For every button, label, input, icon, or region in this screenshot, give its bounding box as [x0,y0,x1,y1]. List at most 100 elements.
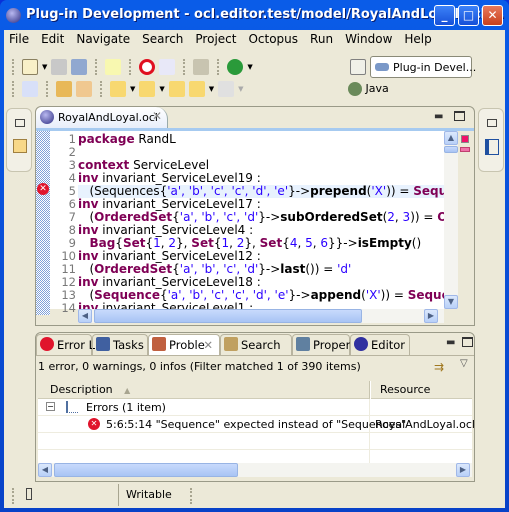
menu-edit[interactable]: Edit [35,30,70,49]
scroll-right-button[interactable]: ▶ [424,309,438,323]
previous-annotation-icon[interactable] [139,81,156,97]
next-annotation-icon[interactable] [110,81,126,97]
menu-help[interactable]: Help [398,30,437,49]
tab-error-log[interactable]: Error L [36,334,95,355]
open-perspective-icon[interactable] [350,59,366,75]
save-icon[interactable] [51,59,68,75]
perspective-plugin-dev[interactable]: Plug-in Devel... [370,56,476,78]
fast-view-icon[interactable] [26,488,32,500]
code-token: }}-> [328,236,358,250]
code-editor[interactable]: package RandL context ServiceLevel inv inv… [78,131,444,309]
java-gen-icon[interactable] [159,59,176,75]
problem-row[interactable]: ✕ 5:6:5:14 "Sequence" expected instead o… [38,416,475,433]
collapse-icon[interactable]: − [46,402,55,411]
title-bar[interactable]: Plug-in Development - ocl.editor.test/mo… [0,0,509,30]
error-marker-icon[interactable]: ✕ [37,183,49,195]
search-tool-icon[interactable] [76,81,92,97]
focus-on-task-icon[interactable]: ⇉ [434,360,444,374]
vertical-scroll-thumb[interactable] [444,146,458,153]
menu-file[interactable]: File [4,30,35,49]
column-description[interactable]: Description ▲ [38,381,370,399]
code-line[interactable]: package RandL [78,133,444,146]
new-icon[interactable] [22,59,38,75]
toolbar-row-2: ▼ ▼ ▼ ▼ [8,78,244,100]
scroll-down-button[interactable]: ▼ [444,295,458,309]
perspective-java[interactable]: Java [348,82,389,96]
tab-label: Proble [169,338,205,352]
code-token: inv [78,223,99,237]
problems-horizontal-scrollbar[interactable]: ◀ ▶ [38,463,472,477]
menu-bar: File Edit Navigate Search Project Octopu… [4,30,505,49]
tab-problems[interactable]: Proble ✕ [148,334,220,355]
previous-annotation-dropdown[interactable]: ▼ [159,85,164,93]
back-dropdown[interactable]: ▼ [209,85,214,93]
menu-window[interactable]: Window [339,30,398,49]
tab-tasks[interactable]: Tasks [92,334,148,355]
maximize-icon[interactable] [462,337,473,347]
error-overview-mark[interactable] [460,147,470,152]
xml-icon[interactable] [193,59,210,75]
menu-project[interactable]: Project [189,30,242,49]
forward-icon[interactable] [218,81,235,97]
horizontal-scroll-thumb[interactable] [94,309,362,323]
forward-dropdown[interactable]: ▼ [238,85,243,93]
close-tab-icon[interactable]: ✕ [203,338,213,352]
code-token: ( [78,262,95,276]
tab-search[interactable]: Search [220,334,292,355]
close-button[interactable]: ✕ [482,5,503,26]
new-java-icon[interactable] [22,81,38,97]
horizontal-scroll-thumb[interactable] [54,463,238,477]
code-token: )) = [380,288,408,302]
new-dropdown[interactable]: ▼ [42,63,47,71]
menu-run[interactable]: Run [304,30,339,49]
properties-icon [296,337,310,351]
maximize-button[interactable]: □ [458,5,479,26]
run-dropdown[interactable]: ▼ [247,63,252,71]
menu-search[interactable]: Search [136,30,189,49]
tab-editor[interactable]: Editor [350,334,410,355]
editor-tab[interactable]: RoyalAndLoyal.ocl ✕ [36,107,168,128]
restore-icon[interactable] [487,119,497,127]
maximize-icon[interactable] [454,111,465,121]
status-bar: Writable [4,484,505,508]
menu-octopus[interactable]: Octopus [242,30,304,49]
run-icon[interactable] [227,59,244,75]
restore-icon[interactable] [15,119,25,127]
ocl-icon[interactable] [105,59,122,75]
menu-navigate[interactable]: Navigate [70,30,136,49]
code-token: }-> [258,210,281,224]
scroll-up-button[interactable]: ▲ [444,131,458,145]
minimize-icon[interactable]: ▬ [434,111,443,122]
back-icon[interactable] [188,81,205,97]
plugin-icon [375,63,389,71]
tab-properties[interactable]: Proper [292,334,350,355]
right-trim-stack [478,108,504,172]
error-log-icon [40,337,54,351]
error-overview-icon[interactable] [461,135,469,143]
view-menu-icon[interactable]: ▽ [460,358,468,369]
vertical-scrollbar[interactable]: ▲ ▼ [444,131,458,309]
view-tabs: Error L Tasks Proble ✕ Search Proper Editor [36,333,474,355]
scroll-left-button[interactable]: ◀ [38,463,52,477]
code-token: append [310,288,362,302]
package-explorer-icon[interactable] [13,139,27,153]
minimize-button[interactable]: _ [434,5,455,26]
last-edit-icon[interactable] [168,81,185,97]
scroll-right-button[interactable]: ▶ [456,463,470,477]
code-token: 1 [221,236,230,250]
horizontal-scrollbar[interactable]: ◀ ▶ [78,309,444,323]
outline-icon[interactable] [485,139,499,155]
close-tab-icon[interactable]: ✕ [152,109,162,123]
minimize-icon[interactable]: ▬ [446,337,455,348]
print-icon[interactable] [71,59,88,75]
column-resource[interactable]: Resource [371,381,472,399]
code-token: }, [176,236,192,250]
code-line[interactable]: inv invariant_ServiceLevel1 : [78,302,444,310]
octopus-icon[interactable] [139,59,156,75]
scroll-left-button[interactable]: ◀ [78,309,92,323]
next-annotation-dropdown[interactable]: ▼ [130,85,135,93]
open-type-icon[interactable] [56,81,72,97]
workbench: File Edit Navigate Search Project Octopu… [4,30,505,508]
group-row[interactable]: − Errors (1 item) [38,399,472,416]
